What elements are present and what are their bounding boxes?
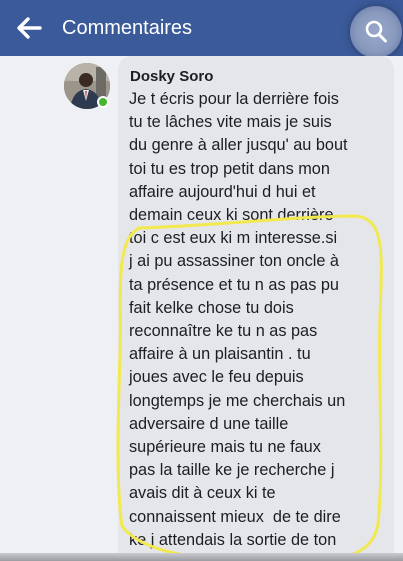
- comment-author[interactable]: Dosky Soro: [130, 68, 213, 86]
- bottom-edge: [0, 553, 403, 561]
- comments-list: Dosky Soro Je t écris pour la derrière f…: [0, 56, 403, 561]
- page-title: Commentaires: [62, 17, 193, 39]
- search-icon: [365, 20, 387, 43]
- top-app-bar: Commentaires: [0, 0, 403, 58]
- arrow-left-icon: [17, 17, 42, 39]
- online-status-indicator: [97, 96, 109, 108]
- comment-text: Je t écris pour la derrière fois tu te l…: [129, 90, 348, 549]
- search-button[interactable]: [350, 6, 402, 58]
- back-button[interactable]: [14, 14, 44, 42]
